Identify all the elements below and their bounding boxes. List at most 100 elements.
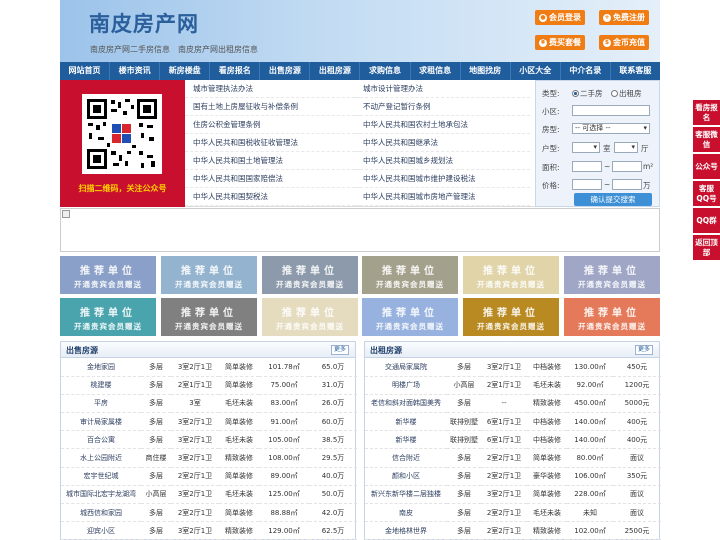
recommend-tile[interactable]: 推荐单位 开通贵宾会员赠送 (161, 298, 257, 336)
recommend-tile[interactable]: 推荐单位 开通贵宾会员赠送 (362, 298, 458, 336)
register-button[interactable]: + 免费注册 (599, 10, 649, 25)
policy-link[interactable]: 中华人民共和国税收征收管理法 (185, 134, 360, 152)
listing-name-link[interactable]: 审计局家属楼 (61, 412, 141, 432)
listing-name-link[interactable]: 交通局家属院 (365, 358, 447, 377)
table-row[interactable]: 金地家园 多层 3室2厅1卫 简单装修 101.78㎡ 65.0万 (61, 358, 357, 377)
nav-for-rent[interactable]: 出租房源 (310, 62, 361, 80)
policy-link[interactable]: 中华人民共和国城市维护建设税法 (355, 170, 530, 188)
policy-link[interactable]: 国有土地上房屋征收与补偿条例 (185, 98, 360, 116)
recommend-tile[interactable]: 推荐单位 开通贵宾会员赠送 (161, 256, 257, 294)
listing-name-link[interactable]: 新华楼 (365, 430, 447, 450)
nav-contact[interactable]: 联系客服 (611, 62, 660, 80)
recommend-tile[interactable]: 推荐单位 开通贵宾会员赠送 (262, 298, 358, 336)
listing-name-link[interactable]: 城西信和家园 (61, 503, 141, 523)
listing-name-link[interactable]: 桃建楼 (61, 376, 141, 395)
table-row[interactable]: 桃建楼 多层 2室1厅1卫 简单装修 75.00㎡ 31.0万 (61, 376, 357, 395)
housetype-select[interactable]: -- 可选择 -- ▾ (572, 123, 650, 134)
side-qq-group[interactable]: QQ群 (693, 208, 720, 233)
price-min-input[interactable] (572, 179, 602, 190)
recommend-tile[interactable]: 推荐单位 开通贵宾会员赠送 (463, 298, 559, 336)
listing-name-link[interactable]: 金地家园 (61, 358, 141, 377)
recommend-tile[interactable]: 推荐单位 开通贵宾会员赠送 (362, 256, 458, 294)
listing-name-link[interactable]: 水上公园附近 (61, 448, 141, 468)
recommend-tile[interactable]: 推荐单位 开通贵宾会员赠送 (60, 256, 156, 294)
nav-wanted-rent[interactable]: 求租信息 (411, 62, 461, 80)
policy-link[interactable]: 中华人民共和国国家赔偿法 (185, 170, 360, 188)
listing-name-link[interactable]: 平房 (61, 394, 141, 414)
table-row[interactable]: 城西信和家园 多层 2室2厅1卫 简单装修 88.88㎡ 42.0万 (61, 503, 357, 523)
buy-package-button[interactable]: ¥ 费买套餐 (535, 35, 585, 50)
recommend-tile[interactable]: 推荐单位 开通贵宾会员赠送 (60, 298, 156, 336)
nav-home[interactable]: 网站首页 (60, 62, 111, 80)
area-min-input[interactable] (572, 161, 602, 172)
table-row[interactable]: 迎宾小区 多层 3室2厅1卫 精致装修 129.00㎡ 62.5万 (61, 521, 357, 540)
nav-map-search[interactable]: 地图找房 (461, 62, 511, 80)
side-official-account[interactable]: 公众号 (693, 154, 720, 179)
search-submit-button[interactable]: 确认提交搜索 (574, 193, 652, 206)
listing-name-link[interactable]: 迎宾小区 (61, 521, 141, 540)
listing-name-link[interactable]: 宏宇世纪城 (61, 467, 141, 486)
nav-agencies[interactable]: 中介名录 (561, 62, 611, 80)
table-row[interactable]: 水上公园附近 商住楼 3室2厅1卫 精致装修 108.00㎡ 29.5万 (61, 448, 357, 468)
side-back-to-top[interactable]: 返回顶部 (693, 235, 720, 260)
sale-more-button[interactable]: 更多 (330, 345, 349, 355)
side-service-qq[interactable]: 客服QQ号 (693, 181, 720, 206)
recommend-tile[interactable]: 推荐单位 开通贵宾会员赠送 (564, 298, 660, 336)
listing-name-link[interactable]: 城市国际北宏宇龙湖湾 (61, 485, 141, 505)
table-row[interactable]: 新兴东新华楼二层独楼 多层 3室2厅1卫 简单装修 228.00㎡ 面议 (365, 485, 661, 505)
recommend-tile[interactable]: 推荐单位 开通贵宾会员赠送 (463, 256, 559, 294)
listing-name-link[interactable]: 金地格林世界 (365, 521, 447, 540)
listing-name-link[interactable]: 新华楼 (365, 412, 447, 432)
table-row[interactable]: 金地格林世界 多层 2室2厅1卫 精致装修 102.00㎡ 2500元 (365, 521, 661, 540)
nav-for-sale[interactable]: 出售房源 (260, 62, 311, 80)
table-row[interactable]: 交通局家属院 多层 3室2厅1卫 中档装修 130.00㎡ 450元 (365, 358, 661, 377)
community-input[interactable] (572, 105, 650, 116)
listing-name-link[interactable]: 百合公寓 (61, 430, 141, 450)
listing-name-link[interactable]: 颜和小区 (365, 467, 447, 486)
table-row[interactable]: 信合附近 多层 2室2厅1卫 简单装修 80.00㎡ 面议 (365, 448, 661, 468)
listing-name-link[interactable]: 明楼广场 (365, 376, 447, 395)
recommend-tile[interactable]: 推荐单位 开通贵宾会员赠送 (262, 256, 358, 294)
nav-wanted-buy[interactable]: 求购信息 (360, 62, 411, 80)
nav-viewing-signup[interactable]: 看房报名 (210, 62, 261, 80)
table-row[interactable]: 新华楼 联排别墅 6室1厅1卫 中档装修 140.00㎡ 400元 (365, 412, 661, 432)
table-row[interactable]: 平房 多层 3室 毛坯未装 83.00㎡ 26.0万 (61, 394, 357, 414)
recharge-button[interactable]: $ 金币充值 (599, 35, 649, 50)
room-select[interactable]: ▾ (572, 142, 600, 153)
hall-select[interactable]: ▾ (614, 142, 638, 153)
rent-more-button[interactable]: 更多 (634, 345, 653, 355)
nav-communities[interactable]: 小区大全 (511, 62, 561, 80)
listing-name-link[interactable]: 南皮 (365, 503, 447, 523)
table-row[interactable]: 宏宇世纪城 多层 2室2厅1卫 简单装修 89.00㎡ 40.0万 (61, 467, 357, 486)
policy-link[interactable]: 中华人民共和国农村土地承包法 (355, 116, 530, 134)
listing-name-link[interactable]: 新兴东新华楼二层独楼 (365, 485, 447, 505)
table-row[interactable]: 百合公寓 多层 3室2厅1卫 毛坯未装 105.00㎡ 38.5万 (61, 430, 357, 450)
policy-link[interactable]: 城市设计管理办法 (355, 80, 530, 98)
type-rent-radio[interactable]: 出租房 (611, 88, 642, 99)
recommend-tile[interactable]: 推荐单位 开通贵宾会员赠送 (564, 256, 660, 294)
policy-link[interactable]: 城市管理执法办法 (185, 80, 360, 98)
table-row[interactable]: 颜和小区 多层 2室2厅1卫 豪华装修 106.00㎡ 350元 (365, 467, 661, 486)
policy-link[interactable]: 不动产登记暂行条例 (355, 98, 530, 116)
listing-name-link[interactable]: 老信和斜对面韩国美秀 (365, 394, 447, 414)
table-row[interactable]: 明楼广场 小高层 2室1厅1卫 毛坯未装 92.00㎡ 1200元 (365, 376, 661, 395)
type-secondhand-radio[interactable]: 二手房 (572, 88, 603, 99)
side-viewing-signup[interactable]: 看房报名 (693, 100, 720, 125)
nav-new-homes[interactable]: 新房楼盘 (160, 62, 211, 80)
table-row[interactable]: 审计局家属楼 多层 3室2厅1卫 简单装修 91.00㎡ 60.0万 (61, 412, 357, 432)
table-row[interactable]: 南皮 多层 2室2厅1卫 毛坯未装 未知 面议 (365, 503, 661, 523)
policy-link[interactable]: 中华人民共和国继承法 (355, 134, 530, 152)
table-row[interactable]: 新华楼 联排别墅 6室1厅1卫 中档装修 140.00㎡ 400元 (365, 430, 661, 450)
table-row[interactable]: 城市国际北宏宇龙湖湾 小高层 3室2厅1卫 毛坯未装 125.00㎡ 50.0万 (61, 485, 357, 505)
policy-link[interactable]: 中华人民共和国城市房地产管理法 (355, 188, 530, 206)
price-max-input[interactable] (612, 179, 642, 190)
policy-link[interactable]: 中华人民共和国城乡规划法 (355, 152, 530, 170)
listing-name-link[interactable]: 信合附近 (365, 448, 447, 468)
area-max-input[interactable] (612, 161, 642, 172)
policy-link[interactable]: 住房公积金管理条例 (185, 116, 360, 134)
policy-link[interactable]: 中华人民共和国土地管理法 (185, 152, 360, 170)
site-logo[interactable]: 南皮房产网 (89, 8, 199, 38)
login-button[interactable]: ● 会员登录 (535, 10, 585, 25)
policy-link[interactable]: 中华人民共和国契税法 (185, 188, 360, 206)
side-service-wechat[interactable]: 客服微信 (693, 127, 720, 152)
